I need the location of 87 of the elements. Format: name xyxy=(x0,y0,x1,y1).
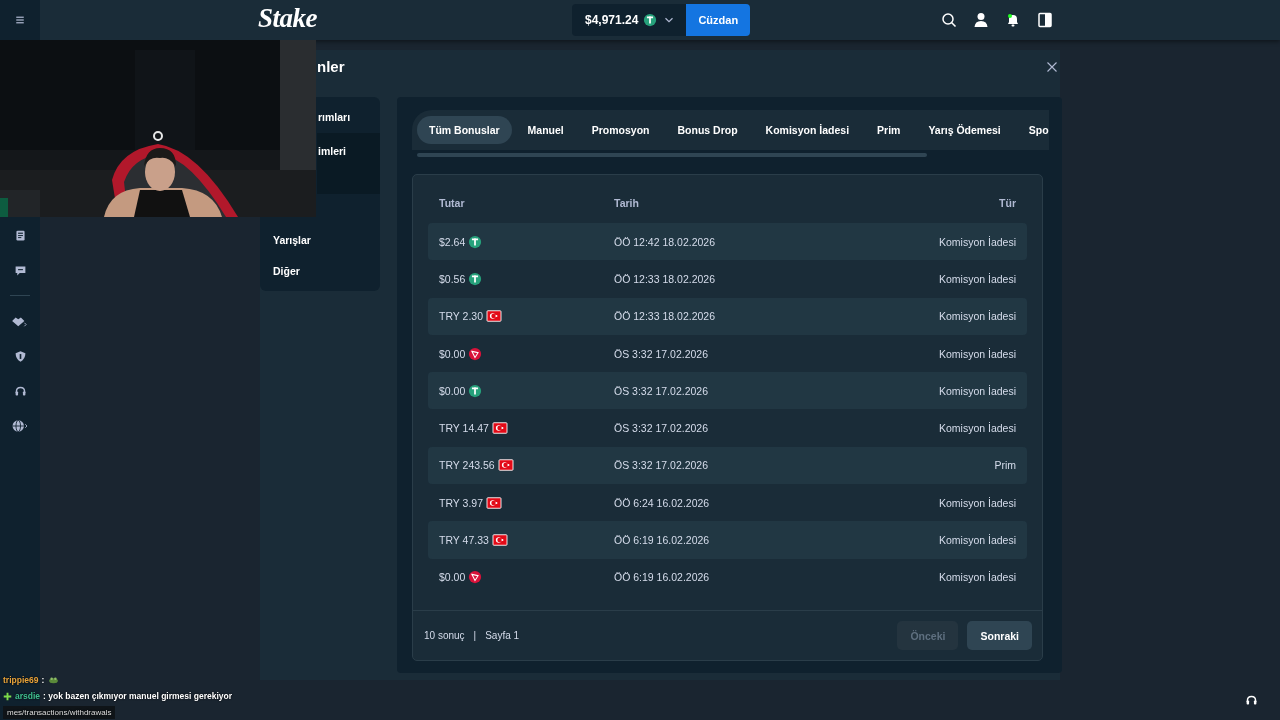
chat-bubble-icon xyxy=(13,263,27,277)
close-icon xyxy=(1046,61,1058,73)
date-text: ÖÖ 6:24 16.02.2026 xyxy=(614,496,710,509)
balance-dropdown[interactable]: $4,971.24 xyxy=(572,4,687,36)
date-text: ÖS 3:32 17.02.2026 xyxy=(614,459,708,472)
filter-tab[interactable]: Spo xyxy=(1016,116,1049,144)
menu-item[interactable]: rımları xyxy=(317,101,380,133)
amount-text: $0.56 xyxy=(439,272,466,285)
filter-tab[interactable]: Prim xyxy=(865,116,913,144)
column-header: Tutar xyxy=(439,197,465,209)
date-text: ÖS 3:32 17.02.2026 xyxy=(614,422,708,435)
modal-title: nler xyxy=(317,58,345,75)
tether-coin-icon xyxy=(468,234,483,249)
newspaper-icon xyxy=(13,228,27,242)
type-text: Komisyon İadesi xyxy=(938,347,1016,360)
type-text: Komisyon İadesi xyxy=(938,272,1016,285)
tron-coin-icon xyxy=(468,346,483,361)
date-text: ÖÖ 12:42 18.02.2026 xyxy=(614,235,715,248)
user-icon xyxy=(973,12,989,28)
tether-coin-icon xyxy=(643,13,658,27)
menu-icon xyxy=(14,14,26,26)
date-text: ÖS 3:32 17.02.2026 xyxy=(614,384,708,397)
type-text: Komisyon İadesi xyxy=(938,534,1016,546)
chat-username: trippie69 xyxy=(3,675,39,685)
amount-text: TRY 243.56 xyxy=(439,459,495,472)
panel-icon xyxy=(1037,12,1053,28)
link-url-status: mes/transactions/withdrawals xyxy=(3,705,116,719)
amount-text: $2.64 xyxy=(439,235,466,248)
filter-tab[interactable]: Promosyon xyxy=(579,116,662,144)
amount-text: TRY 47.33 xyxy=(439,534,489,546)
tether-coin-icon xyxy=(468,383,483,398)
page-number: Sayfa 1 xyxy=(485,630,520,641)
menu-item[interactable]: Yarışlar xyxy=(260,223,380,256)
logo[interactable]: Stake xyxy=(258,3,317,34)
chat-message: : xyxy=(41,675,45,685)
menu-item[interactable]: Diğer xyxy=(260,255,380,287)
search-button[interactable] xyxy=(940,11,958,29)
chat-message: : yok bazen çıkmıyor manuel girmesi gerekiyor xyxy=(43,691,232,701)
user-button[interactable] xyxy=(972,11,990,29)
type-text: Komisyon İadesi xyxy=(938,571,1016,584)
tron-coin-icon xyxy=(468,570,483,585)
column-header: Tarih xyxy=(614,197,639,209)
headset-icon xyxy=(13,384,27,398)
filter-tab[interactable]: Tüm Bonuslar xyxy=(417,116,512,144)
tether-coin-icon xyxy=(468,271,483,286)
turkish-flag-icon xyxy=(486,495,502,510)
type-text: Komisyon İadesi xyxy=(938,496,1016,509)
chat-username: arsdie xyxy=(15,691,41,701)
turkish-flag-icon xyxy=(486,309,502,324)
date-text: ÖÖ 6:19 16.02.2026 xyxy=(614,534,710,546)
type-text: Komisyon İadesi xyxy=(938,235,1016,248)
scrollbar-thumb[interactable] xyxy=(417,153,927,157)
separator-text: | xyxy=(473,630,477,641)
result-count: 10 sonuç xyxy=(424,630,465,641)
amount-text: TRY 2.30 xyxy=(439,310,483,323)
amount-text: TRY 14.47 xyxy=(439,422,489,435)
type-text: Komisyon İadesi xyxy=(938,384,1016,397)
amount-text: $0.00 xyxy=(439,384,466,397)
menu-item[interactable]: imleri xyxy=(317,132,380,195)
date-text: ÖÖ 12:33 18.02.2026 xyxy=(614,272,715,285)
amount-text: $0.00 xyxy=(439,347,466,360)
date-text: ÖÖ 6:19 16.02.2026 xyxy=(614,571,710,584)
turkish-flag-icon xyxy=(491,421,508,436)
column-header: Tür xyxy=(999,197,1016,209)
amount-text: TRY 3.97 xyxy=(439,496,483,509)
filter-tab[interactable]: Yarış Ödemesi xyxy=(916,116,1013,144)
close-button[interactable] xyxy=(1046,60,1060,74)
type-text: Komisyon İadesi xyxy=(938,422,1016,435)
filter-tab[interactable]: Manuel xyxy=(515,116,576,144)
filter-tab[interactable]: Bonus Drop xyxy=(665,116,750,144)
type-text: Komisyon İadesi xyxy=(938,310,1016,323)
date-text: ÖÖ 12:33 18.02.2026 xyxy=(614,310,715,323)
bell-icon xyxy=(1005,12,1021,28)
filter-tab[interactable]: Komisyon İadesi xyxy=(753,116,862,144)
next-button[interactable]: Sonraki xyxy=(967,621,1032,650)
globe-icon xyxy=(10,419,30,433)
turkish-flag-icon xyxy=(497,458,514,473)
search-icon xyxy=(941,12,957,28)
sidebar-toggle-button[interactable] xyxy=(1036,11,1054,29)
date-text: ÖS 3:32 17.02.2026 xyxy=(614,347,708,360)
support-chat-button[interactable] xyxy=(1245,694,1258,707)
headset-icon xyxy=(1245,694,1258,707)
type-text: Prim xyxy=(994,459,1016,472)
turkish-flag-icon xyxy=(491,533,508,547)
shield-icon xyxy=(13,349,27,363)
wallet-button[interactable]: Cüzdan xyxy=(686,4,751,36)
amount-text: $0.00 xyxy=(439,571,466,584)
